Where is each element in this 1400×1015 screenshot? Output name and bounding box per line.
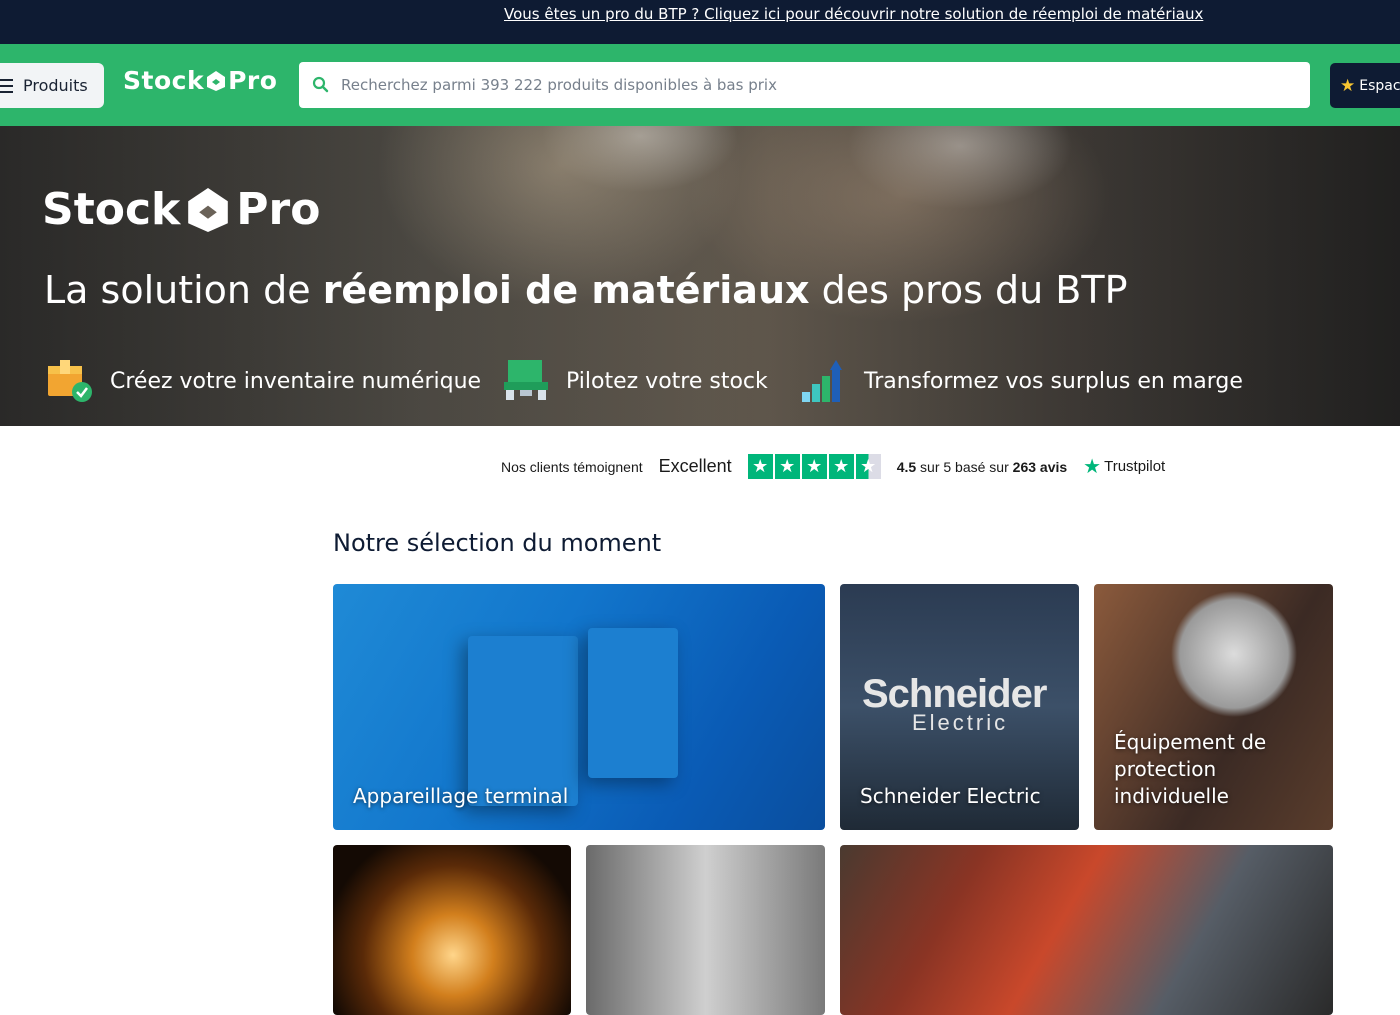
- trustpilot-star-icon: ★: [1083, 456, 1102, 478]
- stock-pallet-icon: [504, 360, 548, 400]
- trust-score: 4.5 sur 5 basé sur 263 avis: [897, 459, 1067, 475]
- logo-text-stock: Stock: [123, 66, 205, 95]
- category-card-tools[interactable]: [840, 845, 1333, 1015]
- feature-inventory: Créez votre inventaire numérique: [46, 358, 481, 404]
- category-card-lighting[interactable]: [333, 845, 571, 1015]
- logo-text-pro: Pro: [228, 66, 278, 95]
- feature-stock-label: Pilotez votre stock: [566, 368, 768, 394]
- trust-stars: ★ ★ ★ ★ ★: [747, 454, 881, 479]
- stockpro-logo[interactable]: Stock Pro: [123, 66, 277, 95]
- schneider-logo-subtext: Electric: [912, 710, 1009, 735]
- trust-review-count: 263 avis: [1012, 458, 1068, 475]
- search-bar: [299, 62, 1310, 108]
- trustpilot-brand: Trustpilot: [1104, 458, 1166, 475]
- feature-inventory-label: Créez votre inventaire numérique: [110, 368, 482, 394]
- trust-score-mid: sur 5 basé sur: [916, 458, 1013, 475]
- trust-score-value: 4.5: [896, 458, 917, 475]
- half-star-icon: ★: [855, 454, 881, 479]
- espace-label: Espac: [1359, 77, 1400, 94]
- star-icon: ★: [828, 454, 854, 479]
- feature-surplus: Transformez vos surplus en marge: [800, 358, 1243, 404]
- hero-title: La solution de réemploi de matériaux des…: [44, 268, 1128, 312]
- hero-banner: Stock Pro La solution de réemploi de mat…: [0, 126, 1400, 426]
- star-icon: ★: [801, 454, 827, 479]
- main-nav: Produits Stock Pro ★ Espac: [0, 44, 1400, 126]
- category-card-plumbing[interactable]: [586, 845, 825, 1015]
- house-logo-icon: [188, 187, 229, 232]
- trust-rating-word: Excellent: [658, 456, 732, 476]
- pro-btp-link[interactable]: Vous êtes un pro du BTP ? Cliquez ici po…: [504, 5, 1203, 23]
- switch-image: [588, 628, 678, 778]
- card-label: Schneider Electric: [860, 784, 1041, 808]
- star-icon: ★: [1340, 75, 1356, 96]
- hero-logo-pro: Pro: [236, 184, 321, 235]
- feature-stock: Pilotez votre stock: [502, 358, 768, 404]
- category-card-epi[interactable]: Équipement de protection individuelle: [1094, 584, 1333, 830]
- products-menu-button[interactable]: Produits: [0, 63, 104, 108]
- hero-logo-stock: Stock: [42, 184, 181, 235]
- hero-title-post: des pros du BTP: [809, 268, 1128, 312]
- espace-pro-button[interactable]: ★ Espac: [1330, 63, 1400, 108]
- feature-surplus-label: Transformez vos surplus en marge: [864, 368, 1243, 394]
- search-input[interactable]: [341, 62, 1291, 108]
- house-logo-icon: [207, 70, 226, 91]
- inventory-box-icon: [48, 360, 92, 402]
- growth-chart-icon: [802, 360, 842, 402]
- section-title: Notre sélection du moment: [333, 529, 662, 557]
- trustpilot-logo[interactable]: ★ Trustpilot: [1083, 454, 1165, 479]
- trustpilot-widget[interactable]: Nos clients témoignent Excellent ★ ★ ★ ★…: [501, 454, 1165, 479]
- hero-title-bold: réemploi de matériaux: [322, 268, 810, 312]
- card-label: Appareillage terminal: [353, 784, 569, 808]
- star-icon: ★: [774, 454, 800, 479]
- card-label: Équipement de protection individuelle: [1114, 730, 1267, 808]
- search-icon[interactable]: [312, 76, 329, 93]
- category-card-schneider[interactable]: Schneider Electric Schneider Electric: [840, 584, 1079, 830]
- products-label: Produits: [23, 76, 88, 95]
- socket-image: [468, 636, 578, 806]
- top-banner: Vous êtes un pro du BTP ? Cliquez ici po…: [0, 0, 1400, 44]
- hamburger-icon: [0, 78, 13, 93]
- trust-intro: Nos clients témoignent: [501, 458, 643, 475]
- category-card-appareillage[interactable]: Appareillage terminal: [333, 584, 825, 830]
- hero-logo: Stock Pro: [42, 184, 320, 235]
- star-icon: ★: [747, 454, 773, 479]
- hero-title-pre: La solution de: [44, 268, 323, 312]
